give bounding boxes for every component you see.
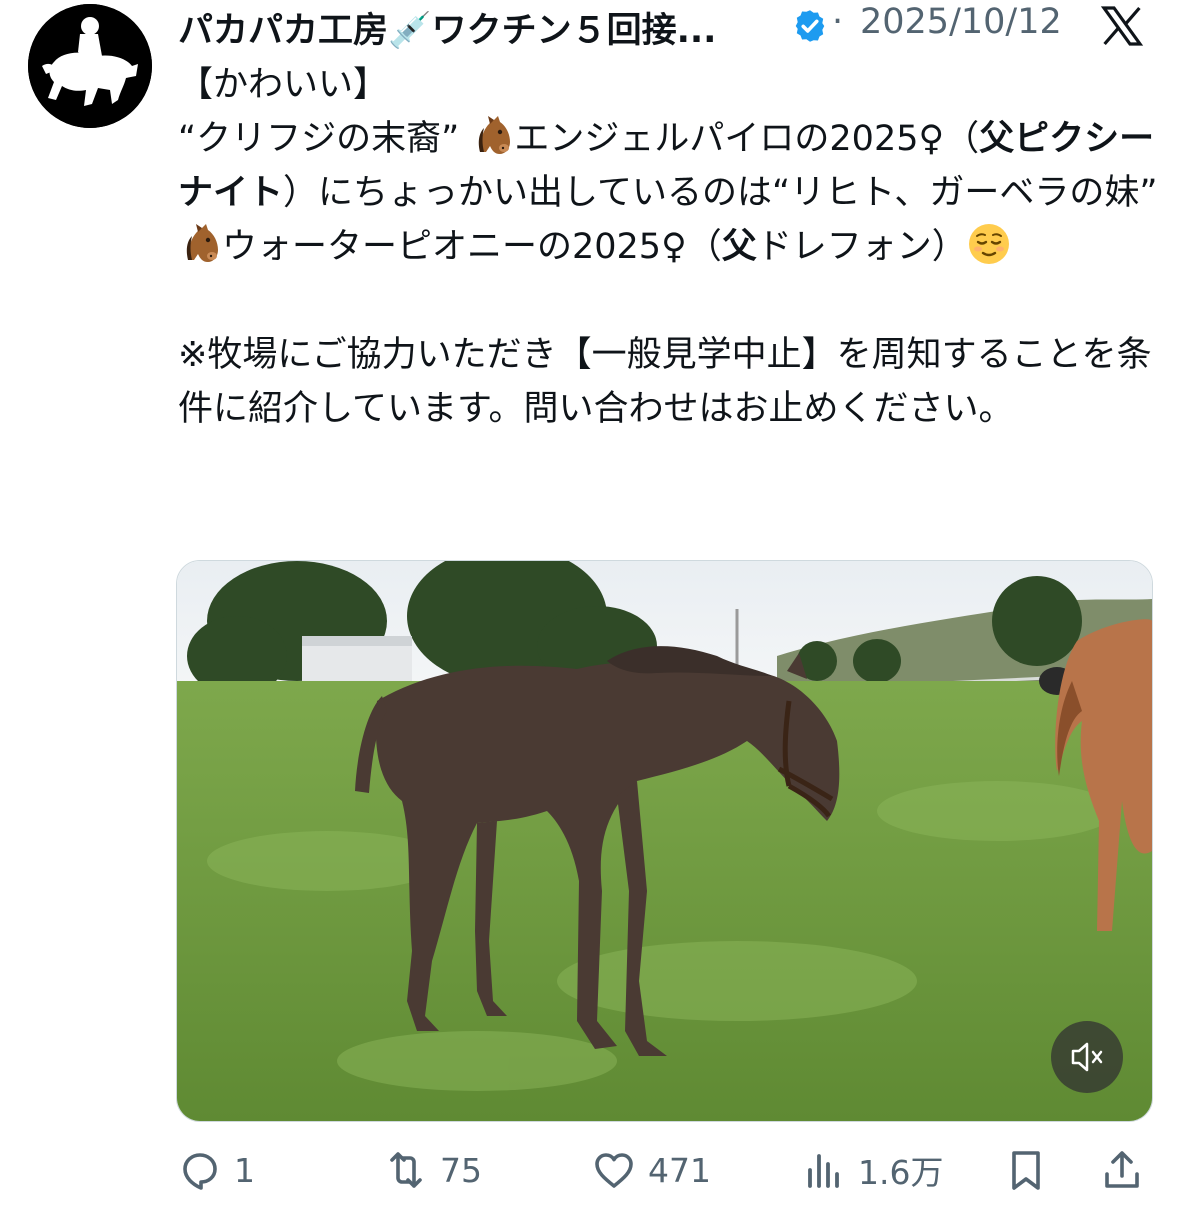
like-button[interactable]: 471 [590,1140,711,1200]
horse-rider-avatar-icon [28,4,152,128]
reply-count: 1 [234,1150,255,1190]
reply-icon [183,1153,217,1190]
like-count: 471 [648,1150,711,1190]
text-segment: ）にちょっかい出しているのは“リヒト、ガーベラの妹” [283,173,1169,213]
retweet-count: 75 [440,1150,482,1190]
display-name[interactable]: パカパカ工房💉ワクチン５回接... [178,2,716,53]
video-player[interactable] [176,560,1153,1122]
text-segment: ドレフォン） [756,227,967,267]
tweet-date[interactable]: 2025/10/12 [860,2,1062,42]
x-logo-icon[interactable] [1098,2,1146,50]
share-icon [1105,1151,1139,1188]
text-segment: エンジェルパイロの2025♀（ [514,119,980,159]
bookmark-button[interactable] [1002,1140,1050,1200]
heart-icon [595,1153,633,1188]
tweet-actions: 1 75 471 1.6万 [176,1140,1151,1200]
relieved-face-emoji-icon [968,224,1009,264]
notice-paragraph: ※牧場にご協力いただき【一般見学中止】を周知することを条件に紹介しています。問い… [178,335,1152,429]
separator-dot: · [832,2,844,42]
views-chart-icon [808,1154,839,1188]
tweet-header: パカパカ工房💉ワクチン５回接... · 2025/10/12 [178,0,1168,53]
text-segment: “クリフジの末裔” [178,119,471,159]
mute-toggle-button[interactable] [1051,1021,1123,1093]
tag-line: 【かわいい】 [178,65,389,105]
sire-prefix-bold: 父 [721,227,757,267]
share-button[interactable] [1098,1140,1146,1200]
horse-face-emoji-icon [479,116,511,154]
retweet-icon [390,1152,422,1188]
retweet-button[interactable]: 75 [382,1140,482,1200]
bookmark-icon [1012,1151,1040,1190]
tweet-body: 【かわいい】 “クリフジの末裔” エンジェルパイロの2025♀（父ピクシーナイト… [178,58,1158,436]
views-count: 1.6万 [858,1153,944,1192]
text-segment: ウォーターピオニーの2025♀（ [222,227,722,267]
speaker-muted-icon [1071,1042,1103,1072]
horse-face-emoji-icon [186,224,218,262]
avatar[interactable] [28,4,152,128]
verified-badge-icon [795,10,825,42]
video-frame-horses [177,561,1152,1121]
views-button[interactable]: 1.6万 [800,1140,943,1200]
reply-button[interactable]: 1 [176,1140,255,1200]
